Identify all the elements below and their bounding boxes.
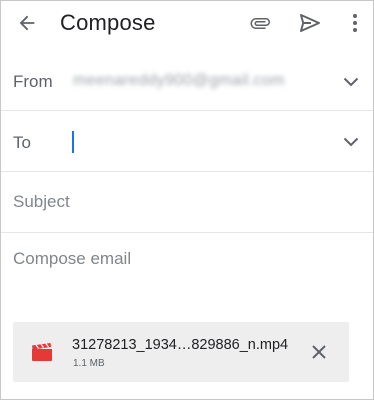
to-label: To: [13, 133, 31, 152]
from-row[interactable]: From meenareddy900@gmail.com: [1, 55, 373, 111]
compose-body-input[interactable]: [13, 249, 361, 299]
subject-input[interactable]: [13, 192, 353, 212]
attach-button[interactable]: [244, 1, 276, 45]
text-cursor: [72, 131, 74, 153]
page-title: Compose: [60, 10, 156, 35]
close-icon: [312, 345, 326, 359]
attachment-chip[interactable]: 31278213_1934…829886_n.mp4 1.1 MB: [13, 322, 349, 382]
chevron-down-icon: [343, 137, 359, 147]
more-options-button[interactable]: [341, 1, 369, 45]
paperclip-icon: [250, 18, 270, 29]
more-vert-icon: [353, 14, 357, 32]
app-bar: Compose: [1, 1, 373, 45]
chevron-down-icon: [343, 77, 359, 87]
remove-attachment-button[interactable]: [309, 342, 329, 362]
send-icon: [300, 14, 320, 32]
to-row[interactable]: To: [1, 111, 373, 172]
compose-screen: Compose From meenareddy900@gmail.com To …: [0, 0, 374, 400]
from-address: meenareddy900@gmail.com: [73, 72, 285, 89]
arrow-back-icon: [19, 15, 35, 31]
to-expand-button[interactable]: [341, 132, 361, 152]
subject-row: [1, 172, 373, 233]
from-expand-button[interactable]: [341, 72, 361, 92]
back-button[interactable]: [7, 1, 47, 45]
attachment-size: 1.1 MB: [73, 358, 105, 369]
attachment-filename: 31278213_1934…829886_n.mp4: [72, 337, 289, 353]
send-button[interactable]: [294, 1, 326, 45]
video-file-icon: [32, 343, 52, 361]
from-label: From: [13, 72, 53, 91]
